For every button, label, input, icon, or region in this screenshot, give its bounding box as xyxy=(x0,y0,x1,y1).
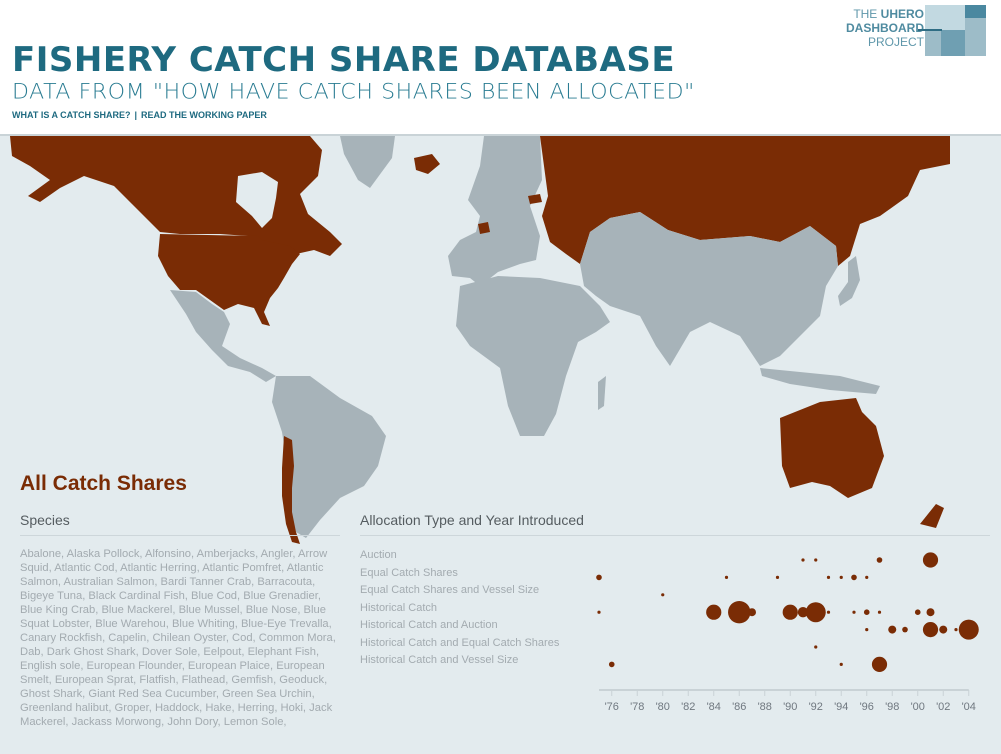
bubble-equal-catch-shares-1993[interactable] xyxy=(826,575,831,579)
bubble-layer xyxy=(596,552,979,672)
bubble-equal-catch-shares-1994[interactable] xyxy=(839,575,843,579)
allocation-type-auction[interactable]: Auction xyxy=(360,549,559,567)
bubble-historical-catch-and-vessel-size-1976[interactable] xyxy=(608,661,615,668)
bubble-auction-1992[interactable] xyxy=(814,558,818,562)
x-tick-label: '02 xyxy=(936,701,950,713)
bubble-equal-catch-shares-and-vessel-size-1980[interactable] xyxy=(661,593,665,597)
bubble-historical-catch-1990[interactable] xyxy=(782,604,798,620)
allocation-type-historical-catch-equal-catch-shares[interactable]: Historical Catch and Equal Catch Shares xyxy=(360,637,559,655)
x-tick-label: '80 xyxy=(656,701,670,713)
allocation-type-list: Auction Equal Catch Shares Equal Catch S… xyxy=(360,549,559,672)
app-root: FISHERY CATCH SHARE DATABASE DATA FROM "… xyxy=(0,0,1001,754)
bubble-equal-catch-shares-1995[interactable] xyxy=(851,574,857,581)
logo-text: THE UHERO DASHBOARD PROJECT xyxy=(846,7,924,49)
logo-line2: DASHBOARD xyxy=(846,21,924,35)
x-tick-label: '96 xyxy=(860,701,874,713)
species-heading: Species xyxy=(20,512,340,536)
allocation-type-historical-catch-auction[interactable]: Historical Catch and Auction xyxy=(360,619,559,637)
bubble-historical-catch-and-auction-2003[interactable] xyxy=(954,628,958,632)
x-tick-label: '92 xyxy=(809,701,823,713)
logo-grid-icon xyxy=(918,5,986,56)
x-tick-label: '78 xyxy=(630,701,644,713)
page-title: FISHERY CATCH SHARE DATABASE xyxy=(12,40,676,80)
bubble-equal-catch-shares-1985[interactable] xyxy=(724,575,729,579)
x-tick-label: '90 xyxy=(783,701,797,713)
logo-line1-prefix: THE xyxy=(853,7,881,21)
bubble-historical-catch-1995[interactable] xyxy=(852,610,856,614)
x-tick-label: '76 xyxy=(605,701,619,713)
bubble-historical-catch-1997[interactable] xyxy=(877,610,882,614)
bubble-historical-catch-2000[interactable] xyxy=(914,609,921,615)
x-tick-label: '82 xyxy=(681,701,695,713)
bubble-historical-catch-and-auction-1998[interactable] xyxy=(888,625,897,634)
logo-line3: PROJECT xyxy=(867,35,924,49)
what-is-catch-share-link[interactable]: WHAT IS A CATCH SHARE? xyxy=(12,110,131,120)
bubble-historical-catch-1984[interactable] xyxy=(706,604,722,620)
x-tick-label: '98 xyxy=(885,701,899,713)
species-list: Abalone, Alaska Pollock, Alfonsino, Ambe… xyxy=(20,548,336,728)
x-tick-label: '00 xyxy=(911,701,925,713)
bubble-historical-catch-and-auction-2004[interactable] xyxy=(958,619,979,640)
allocation-type-equal-catch-shares-vessel-size[interactable]: Equal Catch Shares and Vessel Size xyxy=(360,584,559,602)
allocation-type-historical-catch-vessel-size[interactable]: Historical Catch and Vessel Size xyxy=(360,654,559,672)
country-netherlands[interactable] xyxy=(478,222,490,234)
bubble-historical-catch-1993[interactable] xyxy=(826,610,831,614)
bubble-historical-catch-and-auction-2001[interactable] xyxy=(922,622,939,638)
allocation-heading: Allocation Type and Year Introduced xyxy=(360,512,990,536)
logo-line1-bold: UHERO xyxy=(880,7,924,21)
uhero-logo[interactable]: THE UHERO DASHBOARD PROJECT xyxy=(836,5,986,57)
bubble-historical-catch-and-vessel-size-1994[interactable] xyxy=(839,662,843,666)
bubble-auction-1991[interactable] xyxy=(801,558,805,562)
bubble-auction-2001[interactable] xyxy=(922,552,939,568)
x-tick-label: '04 xyxy=(962,701,976,713)
header-links: WHAT IS A CATCH SHARE? | READ THE WORKING … xyxy=(12,110,267,120)
allocation-type-equal-catch-shares[interactable]: Equal Catch Shares xyxy=(360,567,559,585)
panel-title: All Catch Shares xyxy=(20,472,187,495)
allocation-bubble-chart: '76 '78 '80 '82 '84 '86 '88 '90 '92 '94 '96 '98 '00 '… xyxy=(585,545,995,750)
allocation-type-historical-catch[interactable]: Historical Catch xyxy=(360,602,559,620)
bubble-historical-catch-and-vessel-size-1997[interactable] xyxy=(871,656,888,672)
read-working-paper-link[interactable]: READ THE WORKING PAPER xyxy=(141,110,267,120)
bubble-historical-catch-and-auction-1999[interactable] xyxy=(902,626,908,633)
bubble-equal-catch-shares-1996[interactable] xyxy=(865,575,869,579)
page-header: FISHERY CATCH SHARE DATABASE DATA FROM "… xyxy=(0,0,1001,136)
bubble-historical-catch-and-auction-2002[interactable] xyxy=(939,625,948,634)
bubble-historical-catch-2001[interactable] xyxy=(926,608,935,617)
bubble-historical-catch-1996[interactable] xyxy=(863,609,870,615)
bubble-historical-catch-1992[interactable] xyxy=(805,602,826,623)
bubble-chart-svg: '76 '78 '80 '82 '84 '86 '88 '90 '92 '94 '96 '98 '00 '… xyxy=(596,552,979,713)
bubble-historical-catch-1987[interactable] xyxy=(748,608,756,617)
bubble-historical-catch-1975[interactable] xyxy=(597,610,601,614)
bubble-historical-catch-1986[interactable] xyxy=(728,601,751,624)
x-tick-label: '94 xyxy=(834,701,848,713)
bubble-auction-1997[interactable] xyxy=(876,557,883,563)
x-tick-label: '84 xyxy=(707,701,721,713)
x-axis: '76 '78 '80 '82 '84 '86 '88 '90 '92 '94 '96 '98 '00 '… xyxy=(599,689,976,713)
bubble-historical-catch-and-auction-1996[interactable] xyxy=(865,628,869,632)
bubble-equal-catch-shares-1989[interactable] xyxy=(775,575,780,579)
bubble-historical-catch-and-equal-catch-shares-1992[interactable] xyxy=(814,645,818,649)
bubble-equal-catch-shares-1975[interactable] xyxy=(596,574,602,581)
page-subtitle: DATA FROM "HOW HAVE CATCH SHARES BEEN AL… xyxy=(12,80,695,105)
x-tick-label: '86 xyxy=(732,701,746,713)
x-tick-label: '88 xyxy=(758,701,772,713)
link-separator: | xyxy=(134,110,138,120)
